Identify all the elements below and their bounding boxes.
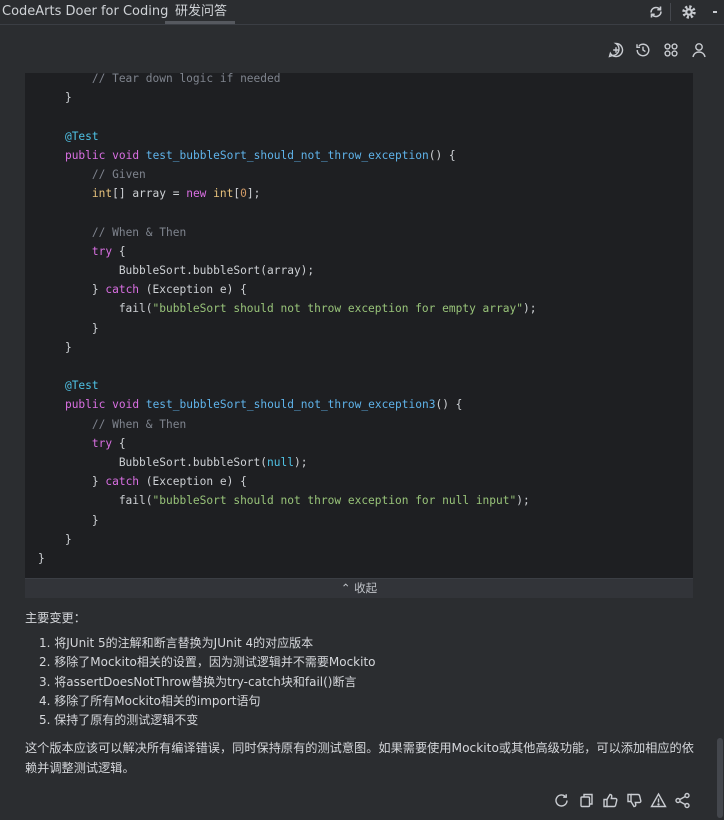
apps-icon[interactable] (662, 41, 680, 59)
annotation: @Test (64, 129, 99, 143)
list-item: 4. 移除了所有Mockito相关的import语句 (39, 693, 261, 708)
share-icon[interactable] (674, 792, 691, 809)
code-line: // Tear down logic if needed (38, 73, 281, 85)
tab-rd-qa[interactable]: 研发问答 (175, 0, 227, 23)
scrollbar[interactable] (717, 738, 723, 818)
list-item: 5. 保持了原有的测试逻辑不变 (39, 713, 199, 728)
code-content: // Tear down logic if needed } @Test pub… (38, 73, 537, 566)
list-item: 2. 移除了Mockito相关的设置，因为测试逻辑并不需要Mockito (39, 655, 376, 670)
history-icon[interactable] (634, 41, 652, 59)
thumbs-up-icon[interactable] (602, 792, 619, 809)
change-list: 1. 将JUnit 5的注解和断言替换为JUnit 4的对应版本 2. 移除了M… (39, 634, 376, 730)
chevron-up-icon: ⌃ (340, 581, 351, 595)
code-line: } (38, 91, 72, 105)
collapse-code-button[interactable]: ⌃ 收起 (25, 578, 693, 598)
top-tab-bar: CodeArts Doer for Coding 研发问答 (0, 0, 724, 25)
user-icon[interactable] (690, 41, 708, 59)
thumbs-down-icon[interactable] (626, 792, 643, 809)
gear-icon[interactable] (680, 3, 698, 21)
collapse-label: 收起 (354, 581, 378, 595)
refresh-icon[interactable] (647, 3, 665, 21)
tab-codearts-doer[interactable]: CodeArts Doer for Coding (2, 0, 168, 23)
code-block: // Tear down logic if needed } @Test pub… (25, 73, 693, 578)
conclusion-text: 这个版本应该可以解决所有编译错误，同时保持原有的测试意图。如果需要使用Mocki… (25, 741, 694, 775)
more-icon[interactable] (706, 3, 724, 21)
summary-title: 主要变更： (25, 611, 86, 625)
list-item: 3. 将assertDoesNotThrow替换为try-catch块和fail… (39, 674, 357, 689)
regenerate-icon[interactable] (553, 792, 570, 809)
active-tab-indicator (165, 21, 235, 24)
list-item: 1. 将JUnit 5的注解和断言替换为JUnit 4的对应版本 (39, 636, 314, 650)
copy-icon[interactable] (578, 792, 595, 809)
divider (670, 3, 671, 21)
warning-icon[interactable] (650, 792, 667, 809)
new-chat-icon[interactable] (607, 41, 625, 59)
